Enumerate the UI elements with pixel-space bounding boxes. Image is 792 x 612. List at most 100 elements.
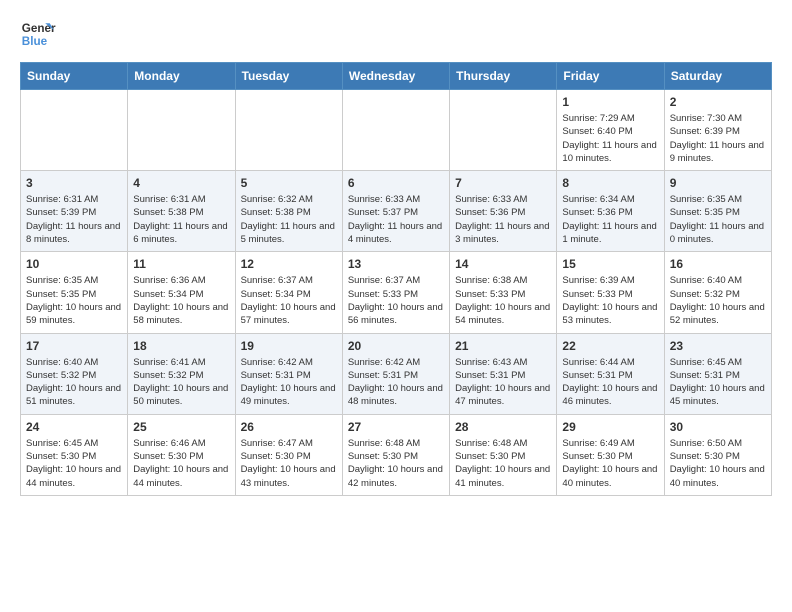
calendar-cell: 10 Sunrise: 6:35 AM Sunset: 5:35 PM Dayli… <box>21 252 128 333</box>
day-info: Sunrise: 6:31 AM Sunset: 5:39 PM Dayligh… <box>26 193 122 246</box>
day-number: 30 <box>670 420 766 434</box>
day-info: Sunrise: 6:35 AM Sunset: 5:35 PM Dayligh… <box>26 274 122 327</box>
calendar-week-row: 1Sunrise: 7:29 AM Sunset: 6:40 PM Daylig… <box>21 90 772 171</box>
calendar-cell: 3 Sunrise: 6:31 AM Sunset: 5:39 PM Daylig… <box>21 171 128 252</box>
day-number: 15 <box>562 257 658 271</box>
calendar-cell: 28 Sunrise: 6:48 AM Sunset: 5:30 PM Dayli… <box>450 414 557 495</box>
calendar-cell: 18 Sunrise: 6:41 AM Sunset: 5:32 PM Dayli… <box>128 333 235 414</box>
calendar-cell <box>21 90 128 171</box>
calendar-cell: 29Sunrise: 6:49 AM Sunset: 5:30 PM Dayli… <box>557 414 664 495</box>
day-info: Sunrise: 6:40 AM Sunset: 5:32 PM Dayligh… <box>26 356 122 409</box>
calendar-cell: 22 Sunrise: 6:44 AM Sunset: 5:31 PM Dayli… <box>557 333 664 414</box>
day-number: 5 <box>241 176 337 190</box>
day-number: 14 <box>455 257 551 271</box>
calendar-cell: 26 Sunrise: 6:47 AM Sunset: 5:30 PM Dayli… <box>235 414 342 495</box>
calendar-cell: 15Sunrise: 6:39 AM Sunset: 5:33 PM Dayli… <box>557 252 664 333</box>
calendar-cell: 8 Sunrise: 6:34 AM Sunset: 5:36 PM Daylig… <box>557 171 664 252</box>
calendar-table: SundayMondayTuesdayWednesdayThursdayFrid… <box>20 62 772 496</box>
svg-text:Blue: Blue <box>22 35 48 48</box>
day-info: Sunrise: 6:37 AM Sunset: 5:33 PM Dayligh… <box>348 274 444 327</box>
calendar-week-row: 10 Sunrise: 6:35 AM Sunset: 5:35 PM Dayli… <box>21 252 772 333</box>
calendar-header-thursday: Thursday <box>450 63 557 90</box>
day-info: Sunrise: 6:47 AM Sunset: 5:30 PM Dayligh… <box>241 437 337 490</box>
calendar-cell: 20 Sunrise: 6:42 AM Sunset: 5:31 PM Dayli… <box>342 333 449 414</box>
calendar-cell: 25 Sunrise: 6:46 AM Sunset: 5:30 PM Dayli… <box>128 414 235 495</box>
calendar-cell: 17 Sunrise: 6:40 AM Sunset: 5:32 PM Dayli… <box>21 333 128 414</box>
day-number: 22 <box>562 339 658 353</box>
logo: General Blue <box>20 16 56 52</box>
calendar-cell: 13Sunrise: 6:37 AM Sunset: 5:33 PM Dayli… <box>342 252 449 333</box>
calendar-header-row: SundayMondayTuesdayWednesdayThursdayFrid… <box>21 63 772 90</box>
day-info: Sunrise: 6:48 AM Sunset: 5:30 PM Dayligh… <box>348 437 444 490</box>
calendar-week-row: 3 Sunrise: 6:31 AM Sunset: 5:39 PM Daylig… <box>21 171 772 252</box>
day-info: Sunrise: 6:42 AM Sunset: 5:31 PM Dayligh… <box>241 356 337 409</box>
day-number: 11 <box>133 257 229 271</box>
calendar-cell: 24Sunrise: 6:45 AM Sunset: 5:30 PM Dayli… <box>21 414 128 495</box>
day-number: 27 <box>348 420 444 434</box>
day-info: Sunrise: 6:37 AM Sunset: 5:34 PM Dayligh… <box>241 274 337 327</box>
calendar-header-tuesday: Tuesday <box>235 63 342 90</box>
calendar-cell: 11 Sunrise: 6:36 AM Sunset: 5:34 PM Dayli… <box>128 252 235 333</box>
day-number: 26 <box>241 420 337 434</box>
day-number: 9 <box>670 176 766 190</box>
day-number: 20 <box>348 339 444 353</box>
day-info: Sunrise: 6:49 AM Sunset: 5:30 PM Dayligh… <box>562 437 658 490</box>
day-number: 2 <box>670 95 766 109</box>
svg-text:General: General <box>22 22 56 35</box>
calendar-cell: 16 Sunrise: 6:40 AM Sunset: 5:32 PM Dayli… <box>664 252 771 333</box>
day-info: Sunrise: 6:34 AM Sunset: 5:36 PM Dayligh… <box>562 193 658 246</box>
day-info: Sunrise: 6:36 AM Sunset: 5:34 PM Dayligh… <box>133 274 229 327</box>
day-number: 25 <box>133 420 229 434</box>
day-number: 1 <box>562 95 658 109</box>
day-info: Sunrise: 6:41 AM Sunset: 5:32 PM Dayligh… <box>133 356 229 409</box>
page-header: General Blue <box>20 16 772 52</box>
day-number: 21 <box>455 339 551 353</box>
calendar-cell: 4 Sunrise: 6:31 AM Sunset: 5:38 PM Daylig… <box>128 171 235 252</box>
day-number: 16 <box>670 257 766 271</box>
calendar-cell: 7 Sunrise: 6:33 AM Sunset: 5:36 PM Daylig… <box>450 171 557 252</box>
day-info: Sunrise: 6:45 AM Sunset: 5:30 PM Dayligh… <box>26 437 122 490</box>
day-number: 17 <box>26 339 122 353</box>
day-info: Sunrise: 6:45 AM Sunset: 5:31 PM Dayligh… <box>670 356 766 409</box>
calendar-cell <box>450 90 557 171</box>
day-info: Sunrise: 6:31 AM Sunset: 5:38 PM Dayligh… <box>133 193 229 246</box>
logo-icon: General Blue <box>20 16 56 52</box>
calendar-cell: 14Sunrise: 6:38 AM Sunset: 5:33 PM Dayli… <box>450 252 557 333</box>
day-number: 7 <box>455 176 551 190</box>
calendar-header-wednesday: Wednesday <box>342 63 449 90</box>
day-number: 8 <box>562 176 658 190</box>
day-info: Sunrise: 6:50 AM Sunset: 5:30 PM Dayligh… <box>670 437 766 490</box>
day-info: Sunrise: 7:30 AM Sunset: 6:39 PM Dayligh… <box>670 112 766 165</box>
day-number: 12 <box>241 257 337 271</box>
calendar-cell: 12 Sunrise: 6:37 AM Sunset: 5:34 PM Dayli… <box>235 252 342 333</box>
day-info: Sunrise: 6:42 AM Sunset: 5:31 PM Dayligh… <box>348 356 444 409</box>
calendar-cell: 21 Sunrise: 6:43 AM Sunset: 5:31 PM Dayli… <box>450 333 557 414</box>
calendar-cell: 6Sunrise: 6:33 AM Sunset: 5:37 PM Daylig… <box>342 171 449 252</box>
day-info: Sunrise: 6:32 AM Sunset: 5:38 PM Dayligh… <box>241 193 337 246</box>
calendar-cell <box>128 90 235 171</box>
calendar-header-monday: Monday <box>128 63 235 90</box>
calendar-cell: 9 Sunrise: 6:35 AM Sunset: 5:35 PM Daylig… <box>664 171 771 252</box>
day-info: Sunrise: 6:40 AM Sunset: 5:32 PM Dayligh… <box>670 274 766 327</box>
calendar-cell: 1Sunrise: 7:29 AM Sunset: 6:40 PM Daylig… <box>557 90 664 171</box>
calendar-cell <box>235 90 342 171</box>
day-info: Sunrise: 6:43 AM Sunset: 5:31 PM Dayligh… <box>455 356 551 409</box>
day-number: 4 <box>133 176 229 190</box>
day-info: Sunrise: 6:46 AM Sunset: 5:30 PM Dayligh… <box>133 437 229 490</box>
day-number: 3 <box>26 176 122 190</box>
calendar-header-friday: Friday <box>557 63 664 90</box>
day-number: 10 <box>26 257 122 271</box>
calendar-week-row: 17 Sunrise: 6:40 AM Sunset: 5:32 PM Dayli… <box>21 333 772 414</box>
calendar-cell <box>342 90 449 171</box>
calendar-week-row: 24Sunrise: 6:45 AM Sunset: 5:30 PM Dayli… <box>21 414 772 495</box>
day-info: Sunrise: 6:48 AM Sunset: 5:30 PM Dayligh… <box>455 437 551 490</box>
day-info: Sunrise: 6:44 AM Sunset: 5:31 PM Dayligh… <box>562 356 658 409</box>
day-info: Sunrise: 6:35 AM Sunset: 5:35 PM Dayligh… <box>670 193 766 246</box>
day-info: Sunrise: 6:33 AM Sunset: 5:36 PM Dayligh… <box>455 193 551 246</box>
day-number: 18 <box>133 339 229 353</box>
calendar-header-saturday: Saturday <box>664 63 771 90</box>
calendar-cell: 23Sunrise: 6:45 AM Sunset: 5:31 PM Dayli… <box>664 333 771 414</box>
calendar-cell: 19Sunrise: 6:42 AM Sunset: 5:31 PM Dayli… <box>235 333 342 414</box>
day-info: Sunrise: 6:33 AM Sunset: 5:37 PM Dayligh… <box>348 193 444 246</box>
day-number: 28 <box>455 420 551 434</box>
